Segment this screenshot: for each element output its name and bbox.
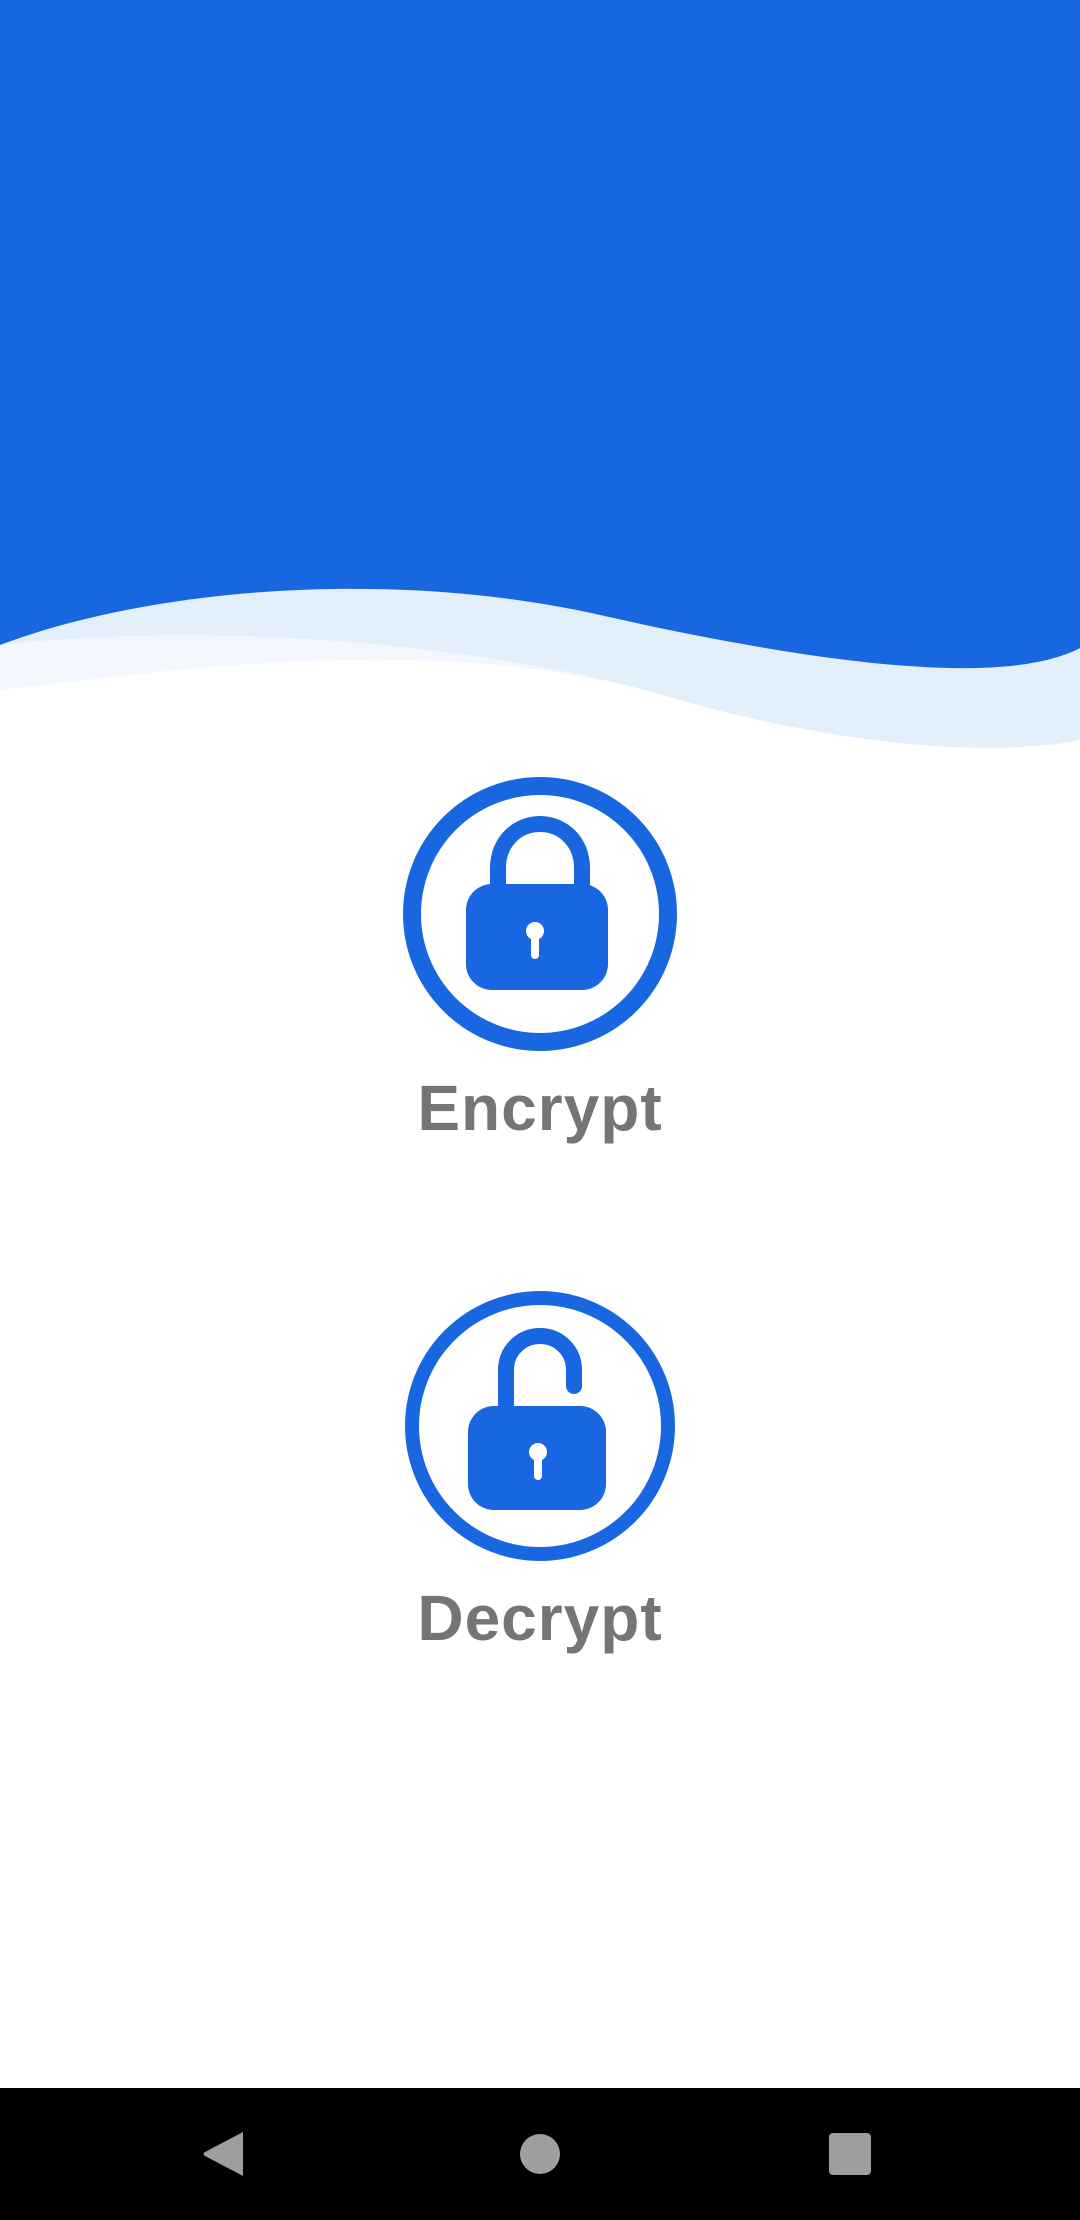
recents-square-icon — [829, 2133, 871, 2175]
encrypt-button[interactable]: Encrypt — [0, 776, 1080, 1146]
lock-open-icon — [405, 1291, 675, 1561]
nav-home-button[interactable] — [450, 2088, 630, 2220]
nav-back-button[interactable] — [135, 2088, 315, 2220]
app-screen: Encrypt Decrypt — [0, 0, 1080, 2220]
lock-closed-icon — [403, 777, 677, 1051]
encrypt-label: Encrypt — [417, 1072, 663, 1144]
back-triangle-icon — [203, 2132, 243, 2176]
nav-recents-button[interactable] — [760, 2088, 940, 2220]
decrypt-button[interactable]: Decrypt — [0, 1288, 1080, 1656]
header-wave-banner — [0, 0, 1080, 748]
system-navigation-bar — [0, 2088, 1080, 2220]
decrypt-label: Decrypt — [417, 1582, 663, 1654]
home-circle-icon — [520, 2134, 560, 2174]
